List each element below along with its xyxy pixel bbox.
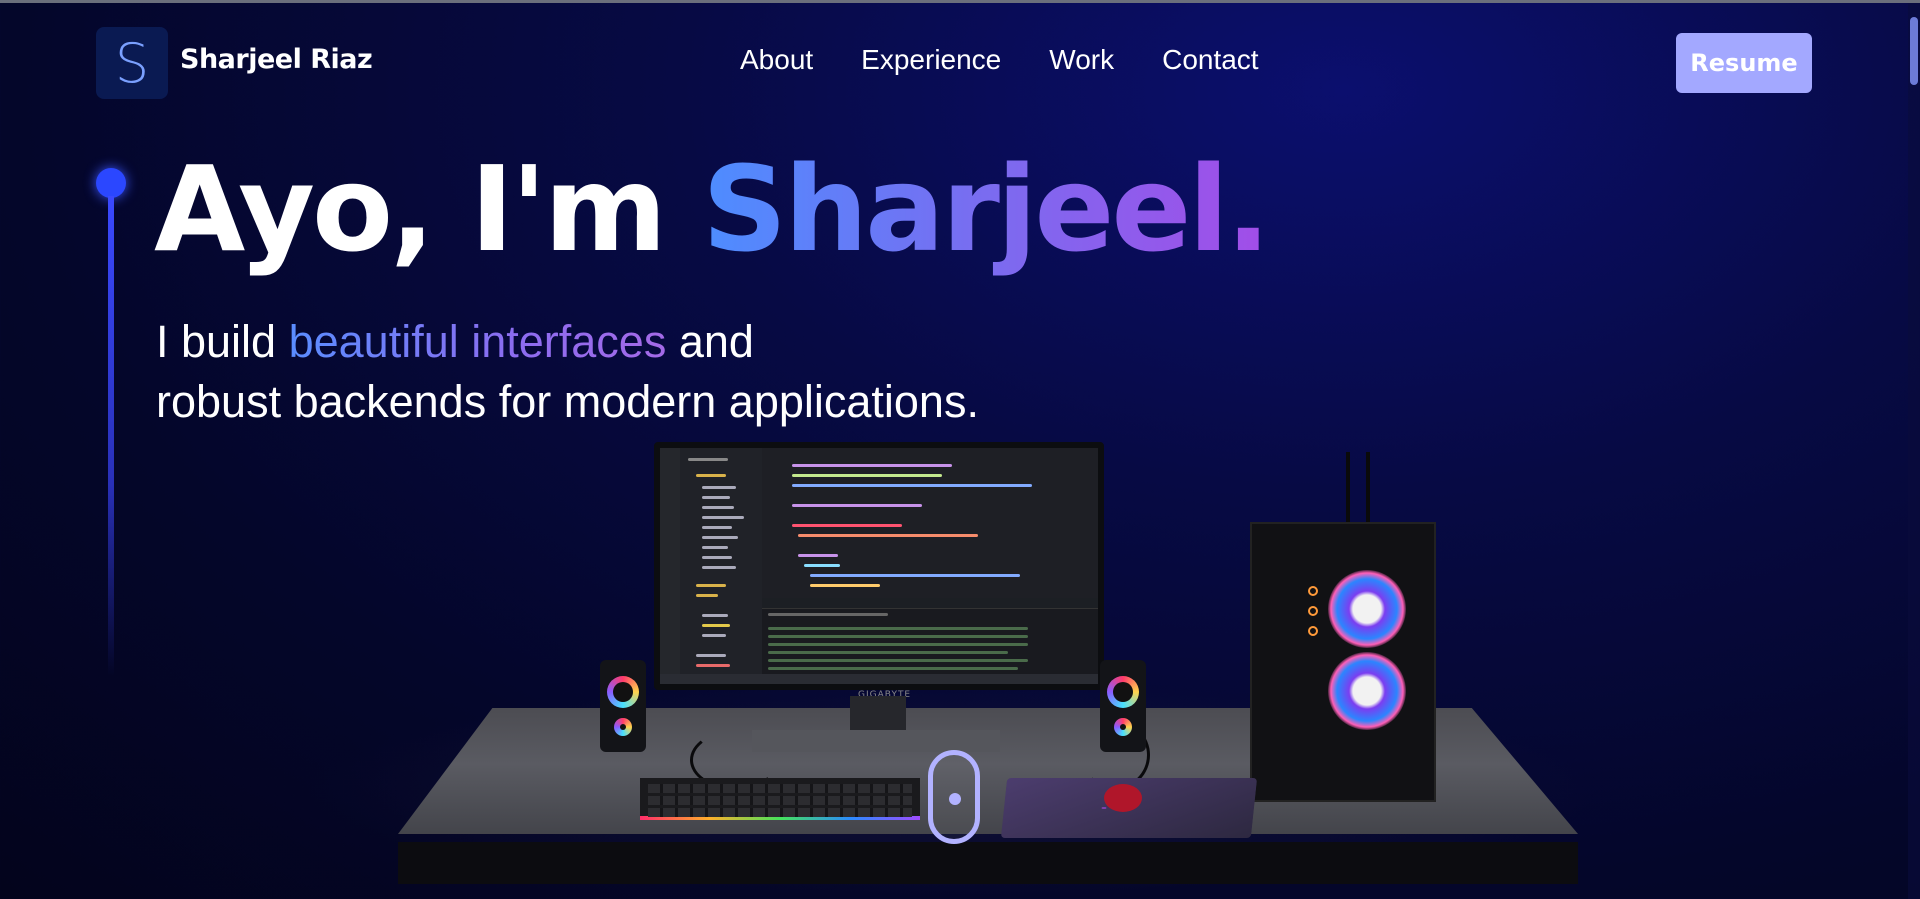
scroll-down-indicator[interactable]: [928, 750, 980, 844]
wifi-antenna: [1366, 452, 1370, 530]
nav-work-link[interactable]: Work: [1049, 44, 1114, 76]
monitor-screen: [654, 442, 1104, 690]
scroll-indicator-dot: [949, 793, 961, 805]
hero-sub-part2: and: [666, 316, 754, 367]
gaming-mouse: [1104, 784, 1142, 812]
right-speaker: [1100, 660, 1146, 752]
brand-name[interactable]: Sharjeel Riaz: [180, 44, 373, 75]
resume-button[interactable]: Resume: [1676, 33, 1812, 93]
timeline-dot: [96, 168, 126, 198]
nav-experience-link[interactable]: Experience: [861, 44, 1001, 76]
rgb-keyboard: [640, 778, 920, 820]
editor-status-bar: [660, 674, 1098, 684]
nav-contact-link[interactable]: Contact: [1162, 44, 1259, 76]
hero-title-greeting: Ayo, I'm: [154, 140, 703, 278]
hero-title-name: Sharjeel.: [702, 140, 1271, 278]
logo-icon[interactable]: S: [96, 27, 168, 99]
main-nav: About Experience Work Contact: [740, 44, 1259, 76]
hero-sub-part1: I build: [156, 316, 289, 367]
rgb-fan-icon: [1328, 652, 1406, 730]
monitor-base: [752, 730, 1000, 752]
hero-sub-highlight: beautiful interfaces: [288, 316, 667, 367]
editor-terminal: [762, 608, 1098, 674]
power-led-icon: [1308, 606, 1318, 616]
hero-subtitle: I build beautiful interfaces and robust …: [156, 312, 979, 432]
top-border: [0, 0, 1920, 3]
rgb-fan-icon: [1328, 570, 1406, 648]
scrollbar-thumb[interactable]: [1910, 17, 1918, 85]
editor-activity-bar: [660, 448, 680, 684]
wifi-antenna: [1346, 452, 1350, 530]
hero-title: Ayo, I'm Sharjeel.: [154, 150, 1271, 268]
hero-sub-line2: robust backends for modern applications.: [156, 376, 979, 427]
left-speaker: [600, 660, 646, 752]
power-led-icon: [1308, 586, 1318, 596]
page-scrollbar[interactable]: [1908, 3, 1920, 899]
power-led-icon: [1308, 626, 1318, 636]
editor-code-area: [762, 448, 1098, 598]
desk-scene-3d[interactable]: GIGABYTE: [0, 440, 1908, 899]
editor-explorer: [680, 448, 762, 684]
desk-edge: [398, 842, 1578, 884]
nav-about-link[interactable]: About: [740, 44, 813, 76]
